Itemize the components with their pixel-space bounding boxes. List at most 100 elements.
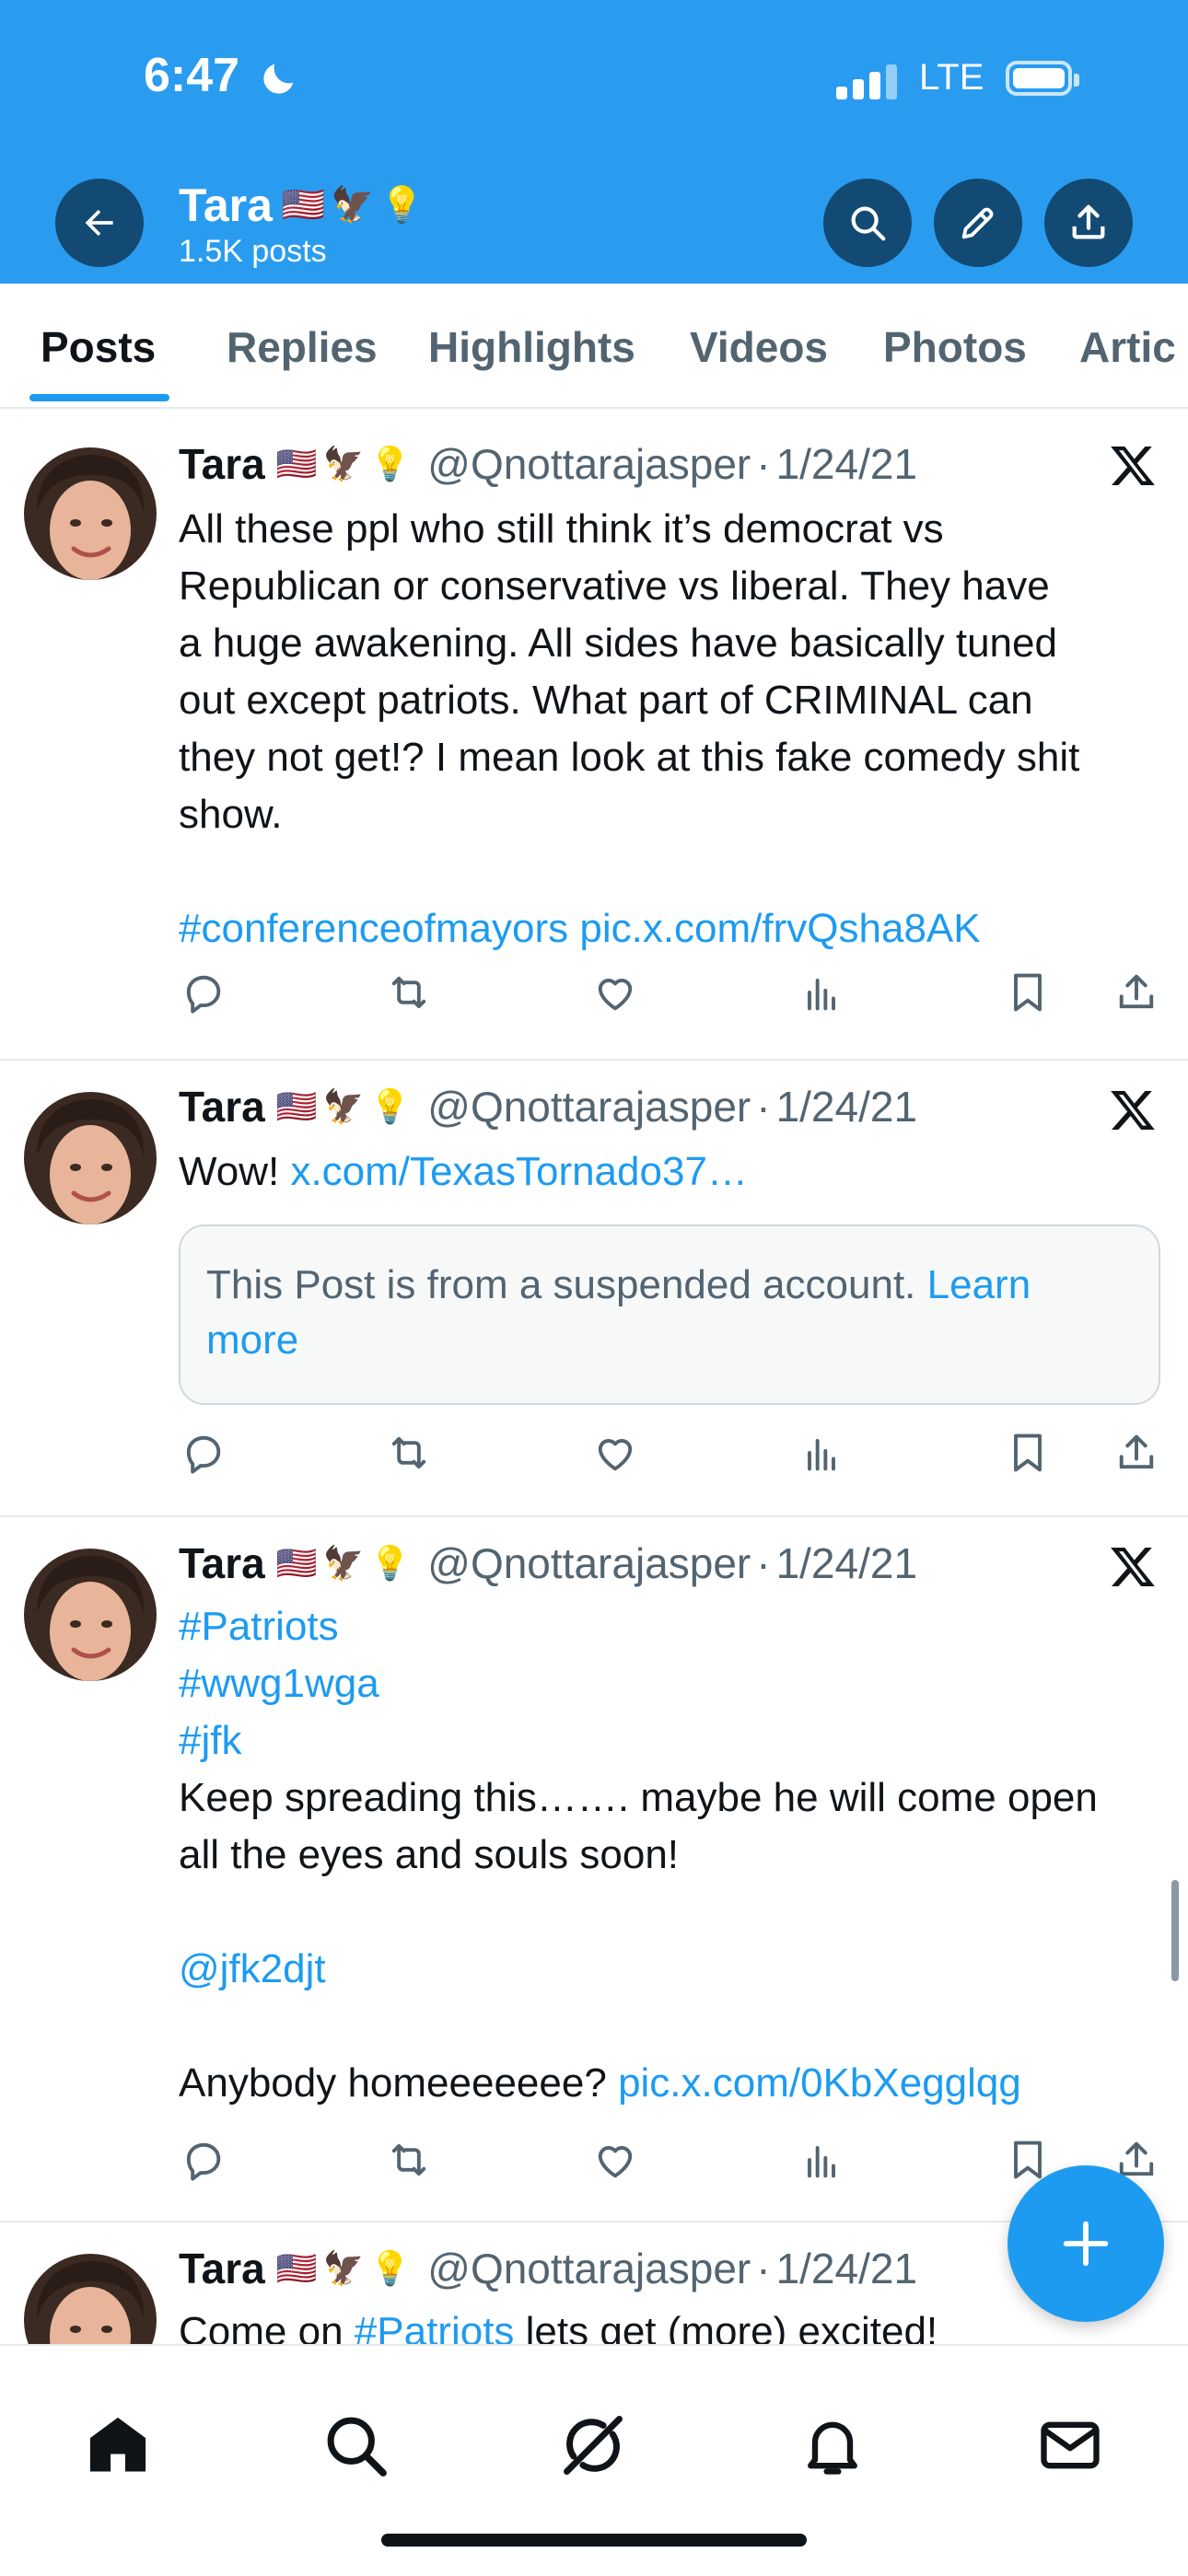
network-type: LTE: [919, 57, 984, 98]
like-icon[interactable]: [591, 1429, 639, 1477]
media-link[interactable]: pic.x.com/frvQsha8AK: [579, 906, 980, 951]
share-icon[interactable]: [1112, 1429, 1160, 1477]
reply-icon[interactable]: [179, 2136, 227, 2184]
us-flag-emoji: 🇺🇸: [281, 186, 326, 225]
us-flag-emoji: 🇺🇸: [275, 445, 318, 482]
media-link[interactable]: pic.x.com/0KbXegglqg: [618, 2060, 1021, 2106]
share-icon[interactable]: [1112, 969, 1160, 1016]
back-button[interactable]: [55, 179, 144, 267]
back-arrow-icon: [85, 209, 113, 237]
separator-dot: ·: [756, 2245, 771, 2292]
search-button[interactable]: [823, 179, 912, 267]
author-handle[interactable]: @Qnottarajasper: [427, 1538, 751, 1588]
like-icon[interactable]: [591, 969, 639, 1016]
share-icon: [1072, 204, 1105, 239]
grok-icon[interactable]: [558, 2410, 628, 2480]
avatar[interactable]: [24, 1549, 157, 1681]
views-icon[interactable]: [798, 1429, 845, 1477]
hashtag-link[interactable]: #jfk: [179, 1712, 1155, 1770]
suspended-text: This Post is from a suspended account.: [206, 1262, 916, 1307]
edit-profile-button[interactable]: [934, 179, 1022, 267]
post-date[interactable]: 1/24/21: [776, 439, 917, 489]
avatar[interactable]: [24, 2254, 157, 2344]
author-name[interactable]: Tara: [179, 2244, 265, 2293]
hashtag-link[interactable]: #conferenceofmayors: [179, 906, 568, 951]
post-text-line: a huge awakening. All sides have basical…: [179, 621, 1057, 666]
separator-dot: ·: [756, 440, 771, 488]
hashtag-link[interactable]: #wwg1wga: [179, 1655, 1155, 1712]
author-name[interactable]: Tara: [179, 1082, 265, 1131]
post-text-line: Republican or conservative vs liberal. T…: [179, 563, 1050, 609]
search-icon: [851, 206, 886, 241]
eagle-emoji: 🦅: [322, 445, 365, 482]
bookmark-icon[interactable]: [1004, 1429, 1052, 1477]
author-handle[interactable]: @Qnottarajasper: [427, 439, 751, 489]
post-text-line: they not get!? I mean look at this fake …: [179, 735, 1080, 780]
eagle-emoji: 🦅: [322, 2249, 365, 2287]
eagle-emoji: 🦅: [331, 186, 375, 225]
tab-replies[interactable]: Replies: [227, 322, 378, 372]
post-date[interactable]: 1/24/21: [776, 1082, 917, 1131]
views-icon[interactable]: [798, 969, 845, 1016]
post-text-line: out except patriots. What part of CRIMIN…: [179, 678, 1033, 723]
repost-icon[interactable]: [385, 1429, 433, 1477]
moon-icon: [263, 64, 294, 94]
post-body: Wow! x.com/TexasTornado37…: [179, 1143, 1155, 1201]
post-text-line: show.: [179, 792, 283, 837]
author-handle[interactable]: @Qnottarajasper: [427, 2244, 751, 2293]
like-icon[interactable]: [591, 2136, 639, 2184]
tab-photos[interactable]: Photos: [883, 322, 1027, 372]
avatar[interactable]: [24, 1092, 157, 1224]
post[interactable]: Tara 🇺🇸 🦅 💡 @Qnottarajasper · 1/24/21 Al…: [0, 412, 1188, 1061]
post-text-line: all the eyes and souls soon!: [179, 1832, 680, 1877]
reply-icon[interactable]: [179, 969, 227, 1016]
reply-icon[interactable]: [179, 1429, 227, 1477]
home-indicator[interactable]: [381, 2534, 807, 2547]
author-handle[interactable]: @Qnottarajasper: [427, 1082, 751, 1131]
separator-dot: ·: [756, 1539, 771, 1587]
compose-post-button[interactable]: [1007, 2165, 1164, 2322]
eagle-emoji: 🦅: [322, 1087, 365, 1125]
post-text-line: Keep spreading this……. maybe he will com…: [179, 1775, 1098, 1820]
messages-icon[interactable]: [1035, 2410, 1105, 2480]
post-body: #Patriots #wwg1wga #jfk Keep spreading t…: [179, 1598, 1155, 2112]
post-actions: [179, 1429, 1160, 1480]
active-tab-indicator: [29, 394, 169, 401]
suspended-account-notice: This Post is from a suspended account. L…: [179, 1224, 1160, 1405]
x-logo-icon[interactable]: [1109, 1543, 1157, 1591]
post-date[interactable]: 1/24/21: [776, 1538, 917, 1588]
hashtag-link[interactable]: #Patriots: [355, 2309, 515, 2344]
lightbulb-emoji: 💡: [369, 445, 412, 482]
share-profile-button[interactable]: [1044, 179, 1133, 267]
us-flag-emoji: 🇺🇸: [275, 1087, 318, 1125]
author-name[interactable]: Tara: [179, 439, 265, 489]
status-time: 6:47: [144, 49, 240, 102]
tab-posts[interactable]: Posts: [41, 322, 156, 372]
post-text-line: All these ppl who still think it’s democ…: [179, 506, 944, 551]
search-icon[interactable]: [320, 2410, 390, 2480]
quoted-post-link[interactable]: x.com/TexasTornado37…: [290, 1149, 747, 1194]
tab-videos[interactable]: Videos: [690, 322, 828, 372]
avatar[interactable]: [24, 447, 157, 580]
tab-articles[interactable]: Artic: [1079, 322, 1176, 372]
battery-icon: [1006, 61, 1079, 96]
repost-icon[interactable]: [385, 2136, 433, 2184]
notifications-icon[interactable]: [798, 2410, 868, 2480]
post[interactable]: Tara 🇺🇸 🦅 💡 @Qnottarajasper · 1/24/21 #P…: [0, 1517, 1188, 2222]
post-date[interactable]: 1/24/21: [776, 2244, 917, 2293]
lightbulb-emoji: 💡: [369, 1087, 412, 1125]
tab-highlights[interactable]: Highlights: [428, 322, 635, 372]
bookmark-icon[interactable]: [1004, 969, 1052, 1016]
lightbulb-emoji: 💡: [369, 2249, 412, 2287]
post[interactable]: Tara 🇺🇸 🦅 💡 @Qnottarajasper · 1/24/21 Wo…: [0, 1061, 1188, 1517]
repost-icon[interactable]: [385, 969, 433, 1016]
home-icon[interactable]: [83, 2410, 153, 2480]
edit-icon: [961, 207, 994, 239]
scroll-indicator[interactable]: [1171, 1880, 1179, 1981]
views-icon[interactable]: [798, 2136, 845, 2184]
x-logo-icon[interactable]: [1109, 442, 1157, 490]
hashtag-link[interactable]: #Patriots: [179, 1598, 1155, 1655]
author-name[interactable]: Tara: [179, 1538, 265, 1588]
mention-link[interactable]: @jfk2djt: [179, 1941, 1155, 1998]
x-logo-icon[interactable]: [1109, 1086, 1157, 1134]
